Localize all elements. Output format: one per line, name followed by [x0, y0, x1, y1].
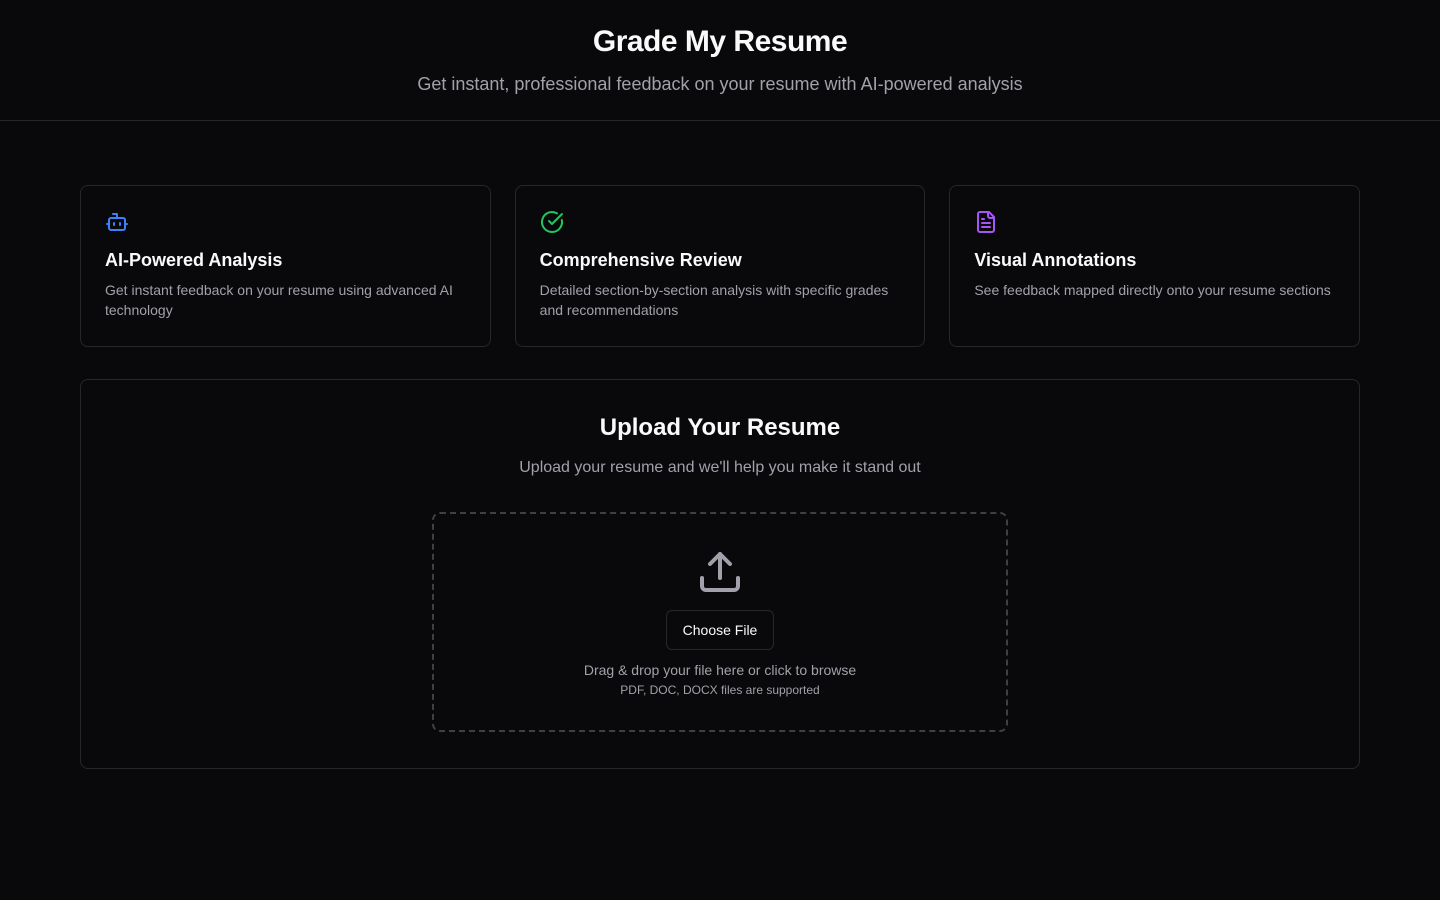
feature-card-ai-analysis: AI-Powered Analysis Get instant feedback… [80, 185, 491, 347]
drag-drop-text: Drag & drop your file here or click to b… [583, 662, 857, 678]
page-subtitle: Get instant, professional feedback on yo… [417, 74, 1023, 94]
file-text-icon [977, 211, 996, 233]
main-content: AI-Powered Analysis Get instant feedback… [0, 121, 1440, 769]
choose-file-button[interactable]: Choose File [665, 610, 775, 650]
page-header: Grade My Resume Get instant, professiona… [0, 0, 1440, 121]
feature-card-comprehensive-review: Comprehensive Review Detailed section-by… [514, 185, 926, 347]
page-title: Grade My Resume [592, 25, 848, 58]
feature-cards: AI-Powered Analysis Get instant feedback… [80, 185, 1361, 347]
feature-description: Get instant feedback on your resume usin… [105, 282, 453, 318]
supported-formats-text: PDF, DOC, DOCX files are supported [620, 683, 820, 697]
upload-card: Upload Your Resume Upload your resume an… [80, 379, 1360, 769]
file-dropzone[interactable]: Choose File Drag & drop your file here o… [432, 512, 1008, 732]
feature-card-visual-annotations: Visual Annotations See feedback mapped d… [949, 185, 1361, 347]
feature-title: AI-Powered Analysis [105, 250, 283, 270]
upload-title: Upload Your Resume [599, 414, 841, 441]
feature-description: See feedback mapped directly onto your r… [974, 282, 1331, 298]
feature-title: Comprehensive Review [539, 250, 742, 270]
upload-subtitle: Upload your resume and we'll help you ma… [519, 459, 921, 476]
feature-title: Visual Annotations [974, 250, 1137, 270]
bot-icon [106, 213, 128, 231]
feature-description: Detailed section-by-section analysis wit… [539, 282, 889, 318]
upload-icon [700, 552, 740, 592]
check-circle-icon [540, 211, 563, 233]
